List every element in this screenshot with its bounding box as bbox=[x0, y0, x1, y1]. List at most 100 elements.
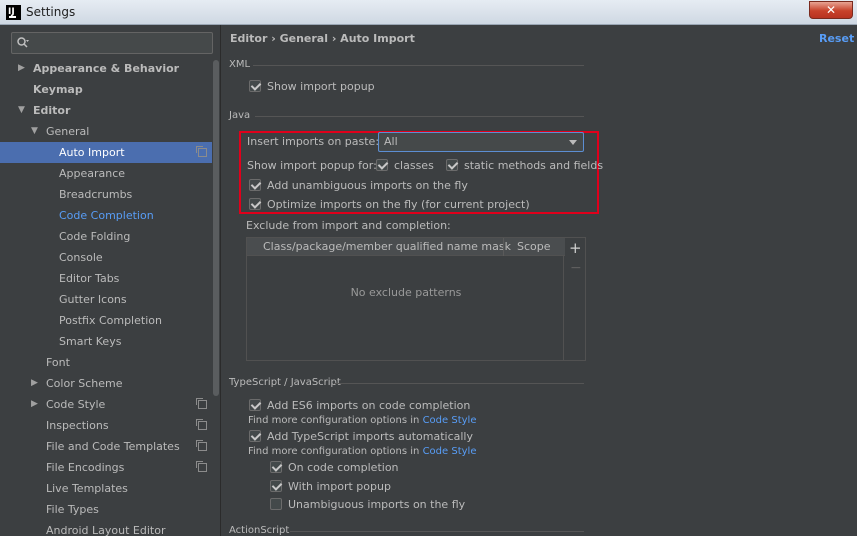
section-title-java: Java bbox=[229, 110, 251, 121]
sidebar-item-live-templates[interactable]: Live Templates bbox=[0, 478, 212, 499]
checkbox[interactable] bbox=[249, 80, 261, 92]
sidebar-item-postfix-completion[interactable]: Postfix Completion bbox=[0, 310, 212, 331]
checkbox-label: Add ES6 imports on code completion bbox=[267, 399, 471, 412]
exclude-label: Exclude from import and completion: bbox=[246, 219, 451, 232]
chevron-right-icon[interactable]: ▶ bbox=[31, 394, 38, 415]
sidebar-item-appearance-behavior[interactable]: ▶ Appearance & Behavior bbox=[0, 58, 212, 79]
sidebar-item-android-layout-editor[interactable]: Android Layout Editor bbox=[0, 520, 212, 536]
table-header: Class/package/member qualified name mask… bbox=[247, 238, 565, 256]
search-icon bbox=[17, 37, 29, 48]
sidebar-item-editor-tabs[interactable]: Editor Tabs bbox=[0, 268, 212, 289]
column-divider bbox=[503, 238, 504, 256]
section-divider bbox=[334, 383, 584, 384]
sidebar-item-appearance[interactable]: Appearance bbox=[0, 163, 212, 184]
section-title-xml: XML bbox=[229, 59, 251, 70]
find-more-text: Find more configuration options in bbox=[248, 415, 423, 426]
optimize-imports-row[interactable]: Optimize imports on the fly (for current… bbox=[249, 198, 530, 212]
with-import-popup-row[interactable]: With import popup bbox=[270, 480, 391, 494]
checkbox-label: Optimize imports on the fly (for current… bbox=[267, 198, 530, 211]
on-code-completion-row[interactable]: On code completion bbox=[270, 461, 399, 475]
table-column-header[interactable]: Scope bbox=[517, 240, 551, 253]
checkbox[interactable] bbox=[376, 159, 388, 171]
sidebar-item-label: Smart Keys bbox=[59, 335, 122, 348]
sidebar-item-file-code-templates[interactable]: File and Code Templates bbox=[0, 436, 212, 457]
checkbox-label: Add TypeScript imports automatically bbox=[267, 430, 473, 443]
sidebar-item-keymap[interactable]: Keymap bbox=[0, 79, 212, 100]
sidebar-item-label: Editor Tabs bbox=[59, 272, 120, 285]
reset-link[interactable]: Reset bbox=[819, 32, 854, 45]
project-scope-icon bbox=[196, 419, 207, 430]
sidebar-item-label: Postfix Completion bbox=[59, 314, 162, 327]
sidebar-scrollbar[interactable] bbox=[213, 60, 219, 396]
unambiguous-imports-fly-row[interactable]: Unambiguous imports on the fly bbox=[270, 498, 465, 512]
sidebar-item-file-encodings[interactable]: File Encodings bbox=[0, 457, 212, 478]
remove-icon[interactable]: − bbox=[570, 260, 582, 276]
checkbox[interactable] bbox=[249, 430, 261, 442]
sidebar-item-label: Font bbox=[46, 356, 70, 369]
window-title: Settings bbox=[26, 5, 76, 19]
checkbox[interactable] bbox=[249, 198, 261, 210]
checkbox[interactable] bbox=[270, 480, 282, 492]
checkbox[interactable] bbox=[270, 461, 282, 473]
checkbox-label: On code completion bbox=[288, 461, 399, 474]
add-unambiguous-imports-row[interactable]: Add unambiguous imports on the fly bbox=[249, 179, 468, 193]
sidebar-item-label: General bbox=[46, 125, 90, 138]
static-methods-row[interactable]: static methods and fields bbox=[446, 159, 603, 173]
sidebar-item-code-style[interactable]: ▶ Code Style bbox=[0, 394, 212, 415]
checkbox[interactable] bbox=[270, 498, 282, 510]
sidebar-item-general[interactable]: ▼ General bbox=[0, 121, 212, 142]
sidebar-item-gutter-icons[interactable]: Gutter Icons bbox=[0, 289, 212, 310]
sidebar-item-color-scheme[interactable]: ▶ Color Scheme bbox=[0, 373, 212, 394]
chevron-right-icon[interactable]: ▶ bbox=[18, 58, 25, 79]
sidebar-item-editor[interactable]: ▼ Editor bbox=[0, 100, 212, 121]
sidebar-item-label: Auto Import bbox=[59, 146, 125, 159]
find-more-options-text: Find more configuration options in Code … bbox=[248, 445, 476, 459]
close-button[interactable]: ✕ bbox=[809, 1, 853, 19]
chevron-right-icon[interactable]: ▶ bbox=[31, 373, 38, 394]
code-style-link[interactable]: Code Style bbox=[423, 446, 477, 457]
intellij-app-icon: IJ bbox=[6, 5, 21, 20]
sidebar-item-font[interactable]: Font bbox=[0, 352, 212, 373]
settings-main-panel: Editor › General › Auto Import Reset XML… bbox=[222, 25, 857, 536]
checkbox[interactable] bbox=[249, 399, 261, 411]
chevron-down-icon[interactable]: ▼ bbox=[18, 100, 25, 121]
sidebar-item-code-completion[interactable]: Code Completion bbox=[0, 205, 212, 226]
chevron-down-icon[interactable]: ▼ bbox=[31, 121, 38, 142]
sidebar-item-label: Appearance bbox=[59, 167, 126, 180]
project-scope-icon bbox=[196, 440, 207, 451]
show-import-popup-for-label: Show import popup for: bbox=[247, 159, 377, 172]
window-titlebar: IJ Settings ✕ bbox=[0, 0, 857, 25]
exclude-patterns-table[interactable]: Class/package/member qualified name mask… bbox=[246, 237, 565, 361]
sidebar-item-code-folding[interactable]: Code Folding bbox=[0, 226, 212, 247]
table-column-header[interactable]: Class/package/member qualified name mask bbox=[263, 240, 511, 253]
add-es6-imports-row[interactable]: Add ES6 imports on code completion bbox=[249, 399, 470, 413]
xml-show-import-popup-row[interactable]: Show import popup bbox=[249, 80, 375, 94]
close-icon: ✕ bbox=[825, 3, 837, 17]
sidebar-item-label: Live Templates bbox=[46, 482, 128, 495]
sidebar-item-label: Code Completion bbox=[59, 209, 154, 222]
sidebar-item-label: Console bbox=[59, 251, 103, 264]
add-typescript-imports-row[interactable]: Add TypeScript imports automatically bbox=[249, 430, 473, 444]
search-input[interactable] bbox=[11, 32, 213, 54]
checkbox[interactable] bbox=[446, 159, 458, 171]
add-icon[interactable]: + bbox=[569, 239, 582, 257]
classes-row[interactable]: classes bbox=[376, 159, 434, 173]
sidebar-item-label: Appearance & Behavior bbox=[33, 62, 180, 75]
sidebar-item-label: Editor bbox=[33, 104, 71, 117]
section-divider bbox=[290, 531, 584, 532]
sidebar-item-auto-import[interactable]: Auto Import bbox=[0, 142, 212, 163]
sidebar-item-file-types[interactable]: File Types bbox=[0, 499, 212, 520]
sidebar-item-breadcrumbs[interactable]: Breadcrumbs bbox=[0, 184, 212, 205]
sidebar-item-label: File and Code Templates bbox=[46, 440, 180, 453]
sidebar-item-label: Gutter Icons bbox=[59, 293, 127, 306]
sidebar-item-smart-keys[interactable]: Smart Keys bbox=[0, 331, 212, 352]
code-style-link[interactable]: Code Style bbox=[423, 415, 477, 426]
sidebar-item-label: Keymap bbox=[33, 83, 83, 96]
sidebar-item-label: Inspections bbox=[46, 419, 109, 432]
sidebar-item-inspections[interactable]: Inspections bbox=[0, 415, 212, 436]
sidebar-item-label: Color Scheme bbox=[46, 377, 123, 390]
settings-sidebar: ▶ Appearance & Behavior Keymap ▼ Editor … bbox=[0, 25, 221, 536]
checkbox[interactable] bbox=[249, 179, 261, 191]
sidebar-item-console[interactable]: Console bbox=[0, 247, 212, 268]
insert-imports-on-paste-select[interactable]: All bbox=[378, 132, 584, 152]
